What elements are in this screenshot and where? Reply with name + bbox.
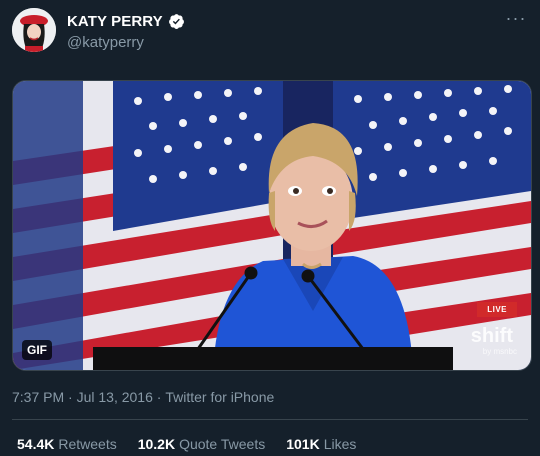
display-name[interactable]: KATY PERRY	[67, 13, 163, 30]
tweet-date[interactable]: Jul 13, 2016	[77, 389, 153, 405]
tweet-media-gif[interactable]: GIF LIVE shift by msnbc	[12, 80, 532, 371]
retweets-stat[interactable]: 54.4K Retweets	[17, 436, 117, 452]
retweets-count: 54.4K	[17, 436, 55, 452]
podium	[93, 347, 453, 370]
tweet-stats: 54.4K Retweets 10.2K Quote Tweets 101K Like…	[17, 436, 356, 452]
quote-tweets-count: 10.2K	[137, 436, 176, 452]
divider	[12, 419, 528, 420]
tweet-source[interactable]: Twitter for iPhone	[165, 389, 274, 405]
avatar-image	[12, 8, 56, 52]
more-options-icon[interactable]: ···	[504, 9, 528, 32]
gif-badge: GIF	[22, 340, 52, 360]
broadcast-logo: shift	[470, 325, 513, 347]
gif-frame	[13, 81, 531, 370]
likes-label: Likes	[323, 436, 357, 452]
quote-tweets-label: Quote Tweets	[179, 436, 266, 452]
meta-separator: ·	[152, 389, 166, 405]
live-badge: LIVE	[477, 302, 517, 317]
tweet-header: KATY PERRY @katyperry ···	[12, 8, 528, 54]
likes-count: 101K	[286, 436, 320, 452]
broadcast-logo-sub: by msnbc	[482, 347, 517, 356]
quote-tweets-stat[interactable]: 10.2K Quote Tweets	[138, 436, 266, 452]
retweets-label: Retweets	[58, 436, 117, 452]
verified-badge-icon	[168, 14, 184, 29]
meta-separator: ·	[64, 389, 77, 405]
tweet-time[interactable]: 7:37 PM	[12, 389, 64, 405]
avatar[interactable]	[12, 8, 56, 52]
handle[interactable]: @katyperry	[67, 34, 185, 51]
tweet-meta: 7:37 PM · Jul 13, 2016 · Twitter for iPh…	[12, 389, 274, 405]
tweet-author[interactable]: KATY PERRY @katyperry	[67, 13, 185, 51]
likes-stat[interactable]: 101K Likes	[286, 436, 356, 452]
